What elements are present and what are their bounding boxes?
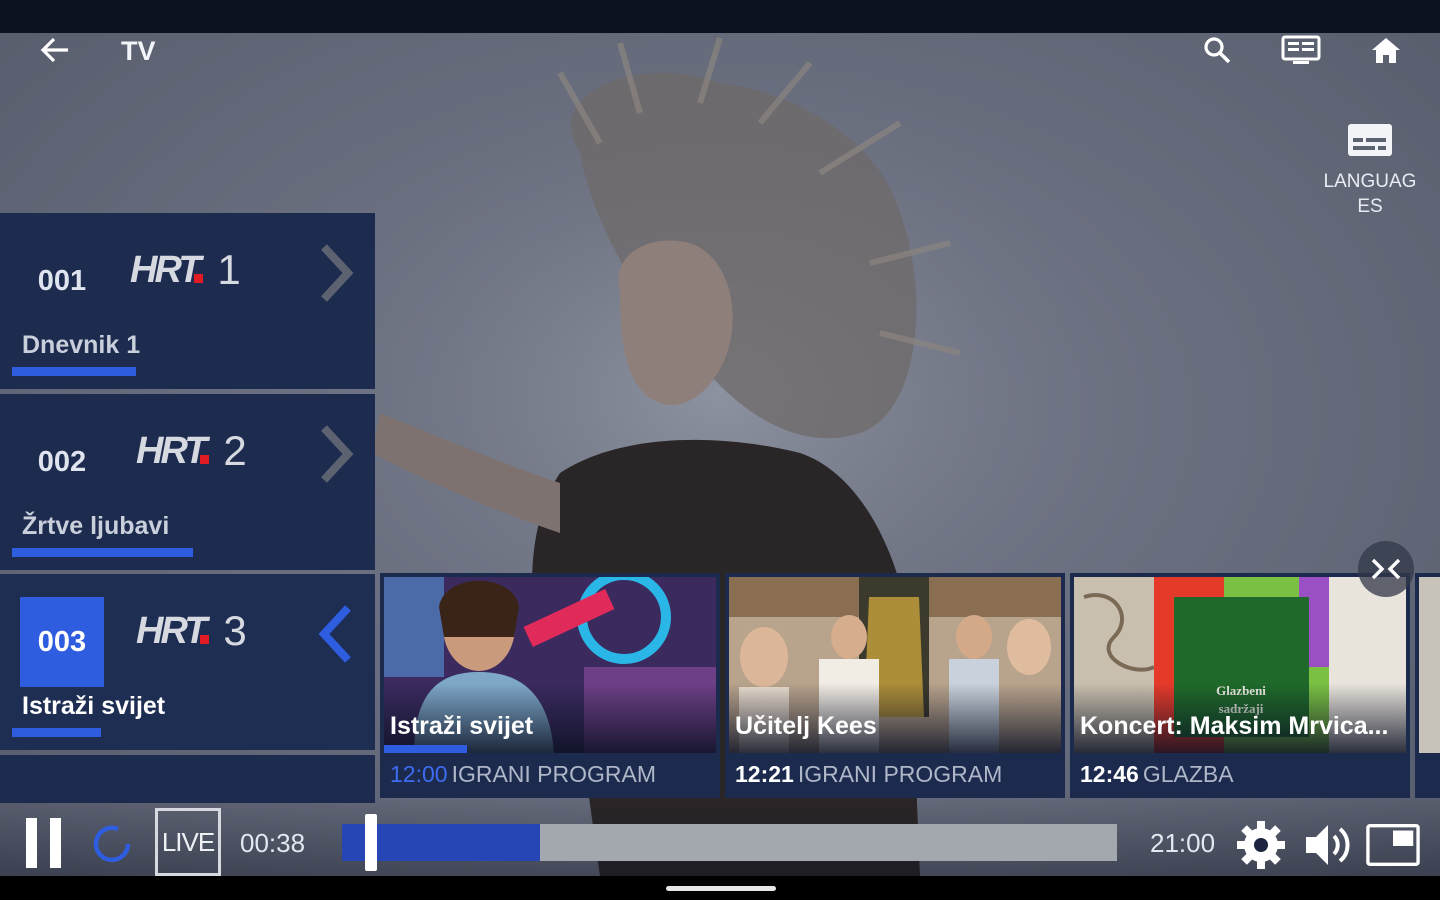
program-thumbnail: Učitelj Kees — [729, 577, 1061, 753]
home-button[interactable] — [1366, 33, 1406, 67]
program-time: 12:00 — [390, 761, 448, 787]
channel-number: 001 — [37, 264, 87, 297]
program-card[interactable]: Glazbeni sadržaji Koncert: Maksim Mrvica… — [1070, 573, 1410, 798]
program-card[interactable]: Učitelj Kees 12:21 IGRANI PROGRAM — [725, 573, 1065, 798]
top-app-bar: TV — [0, 33, 1440, 67]
logo-text: HRT — [136, 429, 207, 472]
back-arrow-icon — [40, 37, 68, 63]
status-bar — [0, 0, 1440, 33]
logo-red-square — [200, 454, 210, 464]
program-genre: GLAZBA — [1142, 761, 1234, 787]
channel-item-003[interactable]: 003 HRT 3 Istraži svijet — [0, 574, 375, 750]
program-carousel: Istraži svijet 12:00 IGRANI PROGRAM Učit… — [380, 573, 1440, 798]
program-meta: 12:21 IGRANI PROGRAM — [735, 761, 1002, 788]
subtitles-icon — [1348, 124, 1392, 156]
program-meta: 12:46 GLAZBA — [1080, 761, 1234, 788]
program-title: Istraži svijet — [390, 712, 534, 740]
languages-button[interactable]: LANGUAGES — [1318, 120, 1422, 219]
channel-item-001[interactable]: 001 HRT 1 Dnevnik 1 — [0, 213, 375, 389]
pause-button[interactable] — [26, 818, 64, 870]
search-button[interactable] — [1197, 33, 1237, 67]
pause-icon-bar — [26, 818, 37, 868]
channel-show-title: Istraži svijet — [22, 692, 166, 720]
program-card[interactable] — [1415, 573, 1440, 798]
channel-progress-bar — [12, 367, 367, 376]
languages-label: LANGUAGES — [1323, 171, 1417, 217]
channel-progress-fill — [12, 548, 194, 557]
program-title: Učitelj Kees — [735, 712, 877, 740]
volume-button[interactable] — [1300, 818, 1354, 872]
program-time: 12:21 — [735, 761, 794, 787]
logo-text: HRT — [136, 609, 207, 652]
channel-progress-fill — [12, 728, 101, 737]
hrt1-logo: HRT 1 — [130, 245, 241, 295]
program-meta: 12:00 IGRANI PROGRAM — [390, 761, 656, 788]
channel-progress-bar — [12, 728, 367, 737]
logo-number: 2 — [223, 427, 247, 474]
system-nav-bar — [0, 876, 1440, 900]
refresh-icon[interactable] — [88, 820, 136, 868]
channel-show-title: Žrtve ljubavi — [22, 512, 170, 540]
seek-bar[interactable] — [342, 814, 1117, 871]
hrt2-logo: HRT 2 — [136, 426, 247, 476]
volume-icon — [1306, 825, 1350, 865]
chevron-left-icon[interactable] — [318, 604, 354, 664]
collapse-icon — [1371, 558, 1401, 580]
logo-red-square — [200, 634, 210, 644]
channel-item-004[interactable] — [0, 755, 375, 803]
program-genre: IGRANI PROGRAM — [797, 761, 1003, 787]
program-card[interactable]: Istraži svijet 12:00 IGRANI PROGRAM — [380, 573, 720, 798]
home-indicator[interactable] — [666, 886, 776, 891]
program-thumbnail: Glazbeni sadržaji Koncert: Maksim Mrvica… — [1074, 577, 1406, 753]
channel-number: 002 — [37, 445, 87, 478]
chevron-right-icon[interactable] — [318, 424, 354, 484]
program-thumbnail: Istraži svijet — [384, 577, 716, 753]
logo-number: 3 — [223, 607, 247, 654]
program-title: Koncert: Maksim Mrvica... — [1080, 712, 1389, 740]
picture-in-picture-button[interactable] — [1366, 818, 1420, 872]
live-button[interactable]: LIVE — [155, 808, 221, 876]
tv-guide-icon — [1281, 35, 1321, 64]
tv-guide-button[interactable] — [1281, 33, 1321, 67]
program-genre: IGRANI PROGRAM — [451, 761, 657, 787]
program-time: 12:46 — [1080, 761, 1139, 787]
home-icon — [1372, 38, 1400, 63]
logo-red-square — [194, 273, 204, 283]
logo-number: 1 — [217, 246, 241, 293]
pause-icon-bar — [50, 818, 61, 868]
program-progress-bar — [384, 745, 467, 753]
channel-progress-bar — [12, 548, 367, 557]
program-thumbnail — [1419, 577, 1440, 753]
chevron-right-icon[interactable] — [318, 243, 354, 303]
tv-player-screen: TV LANGUAGES 001 HRT 1 Dnevnik 1 002 HRT 2 — [0, 0, 1440, 900]
channel-number: 003 — [20, 597, 104, 687]
collapse-panel-button[interactable] — [1358, 541, 1414, 597]
back-button[interactable] — [36, 33, 74, 67]
hrt3-logo: HRT 3 — [136, 606, 247, 656]
channel-list: 001 HRT 1 Dnevnik 1 002 HRT 2 Žrtve ljubav… — [0, 213, 375, 803]
channel-item-002[interactable]: 002 HRT 2 Žrtve ljubavi — [0, 394, 375, 570]
logo-text: HRT — [130, 248, 201, 291]
player-controls: LIVE 00:38 21:00 — [0, 798, 1440, 876]
channel-show-title: Dnevnik 1 — [22, 331, 141, 359]
elapsed-time: 00:38 — [240, 828, 306, 858]
page-title: TV — [121, 36, 156, 66]
gear-icon — [1237, 821, 1285, 869]
channel-progress-fill — [12, 367, 137, 376]
settings-button[interactable] — [1234, 818, 1288, 872]
seek-handle[interactable] — [365, 814, 377, 871]
duration-time: 21:00 — [1150, 828, 1216, 858]
search-icon — [1204, 37, 1231, 64]
picture-in-picture-icon — [1366, 824, 1420, 866]
